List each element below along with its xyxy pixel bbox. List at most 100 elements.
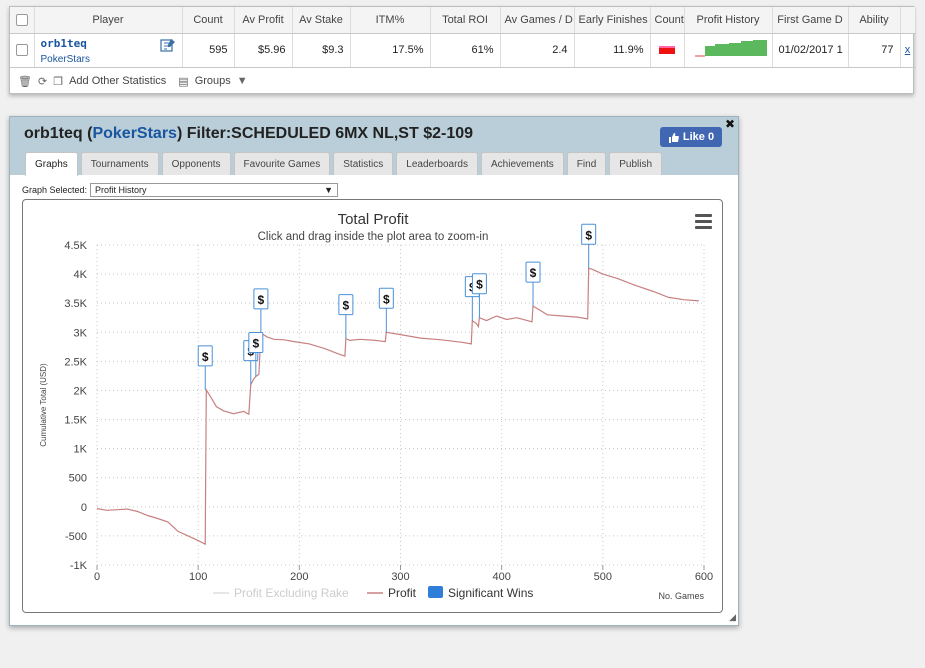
y-tick-label: 2.5K [64, 356, 87, 368]
col-header-ability[interactable]: Ability [848, 7, 901, 34]
select-all-checkbox[interactable] [10, 7, 35, 34]
cell-early-finishes: 11.9% [574, 33, 651, 68]
y-axis-label: Cumulative Total (USD) [39, 363, 48, 447]
cell-profit-history [684, 33, 773, 68]
profit-sparkline [694, 39, 767, 56]
flag-label: $ [585, 228, 592, 242]
col-header-profit-history[interactable]: Profit History [684, 7, 773, 34]
stats-panel: Player Count Av Profit Av Stake ITM% Tot… [9, 6, 916, 94]
stats-table: Player Count Av Profit Av Stake ITM% Tot… [10, 7, 916, 68]
y-tick-label: 2K [74, 385, 88, 397]
tab-publish[interactable]: Publish [609, 152, 663, 175]
panel-header: orb1teq (PokerStars) Filter:SCHEDULED 6M… [10, 117, 738, 176]
player-name-link[interactable]: orb1teq [41, 37, 176, 50]
y-tick-label: 500 [69, 473, 87, 485]
y-tick-label: 0 [81, 502, 87, 514]
groups-dropdown[interactable]: Groups [195, 75, 231, 87]
col-header-country[interactable]: Count [650, 7, 685, 34]
y-tick-label: 3.5K [64, 298, 87, 310]
tab-statistics[interactable]: Statistics [333, 152, 394, 175]
edit-icon[interactable] [159, 38, 176, 52]
profit-series-line [96, 267, 699, 546]
x-tick-label: 200 [290, 571, 308, 583]
groups-icon: ▤ [178, 75, 189, 88]
y-tick-label: 3K [74, 327, 88, 339]
facebook-like-button[interactable]: Like 0 [660, 127, 722, 147]
y-tick-label: -500 [65, 531, 87, 543]
x-tick-label: 600 [695, 571, 713, 583]
graph-select-value: Profit History [95, 185, 147, 195]
chart-svg: Total Profit Click and drag inside the p… [39, 211, 713, 601]
cell-itm: 17.5% [350, 33, 431, 68]
legend-profit-excluding-rake[interactable]: Profit Excluding Rake [234, 586, 349, 600]
x-tick-label: 400 [492, 571, 510, 583]
flag-label: $ [202, 350, 209, 364]
remove-link-text: x [904, 44, 911, 56]
flag-label: $ [476, 278, 483, 292]
col-header-total-roi[interactable]: Total ROI [430, 7, 501, 34]
country-flag-icon [659, 46, 675, 55]
chart-subtitle: Click and drag inside the plot area to z… [258, 231, 489, 243]
col-header-count[interactable]: Count [182, 7, 235, 34]
cell-ability: 77 [848, 33, 901, 68]
x-tick-label: 500 [594, 571, 612, 583]
significant-win-flag[interactable]: $ [581, 223, 597, 269]
chart-menu-icon[interactable] [695, 214, 712, 232]
legend-significant-wins[interactable]: Significant Wins [448, 586, 533, 600]
tab-leaderboards[interactable]: Leaderboards [396, 152, 478, 175]
x-axis-label: No. Games [658, 591, 704, 601]
y-tick-label: 4.5K [64, 240, 87, 252]
cell-total-roi: 61% [430, 33, 501, 68]
col-header-early-finishes[interactable]: Early Finishes [574, 7, 651, 34]
col-header-spacer [900, 7, 916, 34]
significant-win-flag[interactable]: $ [197, 345, 213, 390]
tab-graphs[interactable]: Graphs [25, 152, 78, 176]
tab-find[interactable]: Find [566, 152, 607, 175]
tab-opponents[interactable]: Opponents [161, 152, 231, 175]
graph-selected-label: Graph Selected: [22, 185, 88, 195]
cell-av-stake: $9.3 [292, 33, 351, 68]
title-site-link[interactable]: PokerStars [92, 125, 177, 142]
col-header-av-stake[interactable]: Av Stake [292, 7, 351, 34]
title-player: orb1teq [24, 125, 83, 142]
legend-profit[interactable]: Profit [388, 586, 417, 600]
resize-handle-icon[interactable]: ◢ [729, 612, 736, 623]
significant-win-flag[interactable]: $ [525, 261, 541, 307]
profit-chart[interactable]: Total Profit Click and drag inside the p… [22, 199, 723, 613]
x-tick-label: 0 [94, 571, 100, 583]
significant-win-flag[interactable]: $ [253, 288, 269, 333]
col-header-player[interactable]: Player [34, 7, 183, 34]
graph-selector: Graph Selected: Profit History ▼ [22, 183, 339, 197]
significant-win-flag[interactable]: $ [378, 287, 394, 333]
trash-icon[interactable]: 🗑 [18, 75, 32, 88]
flag-label: $ [383, 292, 390, 306]
col-header-itm[interactable]: ITM% [350, 7, 431, 34]
flag-label: $ [530, 266, 537, 280]
add-other-statistics-button[interactable]: Add Other Statistics [69, 75, 166, 87]
add-stats-icon: ❐ [53, 75, 64, 88]
row-checkbox[interactable] [10, 33, 35, 68]
x-tick-label: 100 [189, 571, 207, 583]
flag-label: $ [343, 299, 350, 313]
remove-row-link[interactable]: x [900, 33, 916, 68]
col-header-av-games[interactable]: Av Games / D [500, 7, 575, 34]
cell-av-profit: $5.96 [234, 33, 293, 68]
player-site-link[interactable]: PokerStars [41, 54, 176, 65]
table-row: orb1teq PokerStars 595 $5.96 $9.3 17.5% … [10, 33, 916, 68]
panel-title: orb1teq (PokerStars) Filter:SCHEDULED 6M… [24, 125, 474, 142]
flag-label: $ [258, 293, 265, 307]
significant-win-flag[interactable]: $ [338, 294, 354, 339]
tab-tournaments[interactable]: Tournaments [80, 152, 159, 175]
dropdown-arrow-icon: ▼ [324, 185, 334, 195]
col-header-first-game[interactable]: First Game D [772, 7, 849, 34]
thumbs-up-icon [668, 132, 679, 143]
y-tick-label: 1.5K [64, 415, 87, 427]
flag-label: $ [252, 336, 259, 350]
chart-title: Total Profit [338, 211, 410, 228]
close-panel-button[interactable]: ✖ [725, 117, 735, 131]
refresh-icon[interactable]: ⟳ [38, 75, 47, 88]
tab-achievements[interactable]: Achievements [480, 152, 564, 175]
col-header-av-profit[interactable]: Av Profit [234, 7, 293, 34]
tab-favourite-games[interactable]: Favourite Games [233, 152, 331, 175]
graph-select-dropdown[interactable]: Profit History ▼ [90, 183, 339, 197]
